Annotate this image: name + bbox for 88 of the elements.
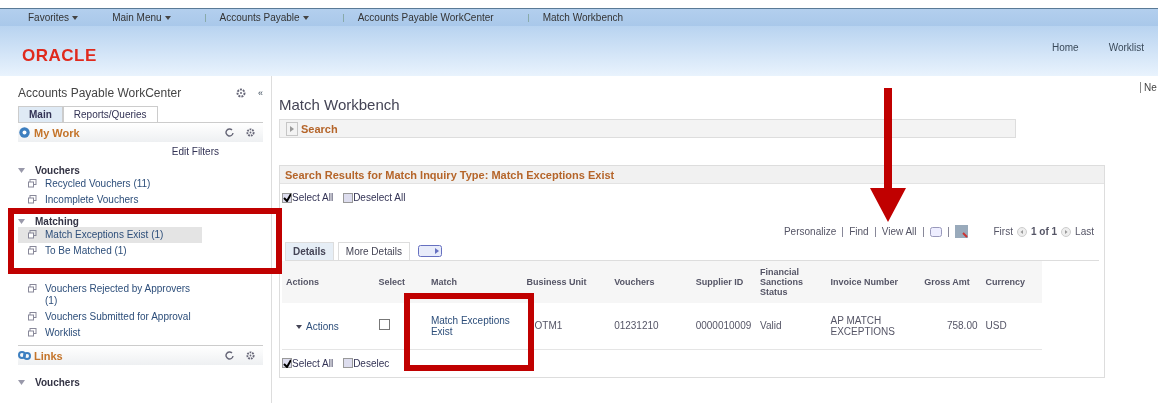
document-icon (28, 328, 37, 337)
expand-icon[interactable] (18, 380, 25, 385)
column-header: Actions (282, 261, 375, 303)
toolbar-link[interactable]: Find (849, 226, 869, 237)
worklist-item[interactable]: To Be Matched (1) (18, 243, 202, 259)
collapse-button[interactable]: « (258, 88, 263, 98)
column-header: Invoice Number (826, 261, 921, 303)
checkmark-icon (283, 358, 291, 368)
grid-tab[interactable]: Details (285, 242, 334, 260)
column-header: Vouchers (610, 261, 692, 303)
sidebar-title: Accounts Payable WorkCenter (18, 86, 182, 100)
last-link[interactable]: Last (1075, 226, 1094, 237)
column-header: Gross Amt (920, 261, 982, 303)
worklist-item[interactable]: Incomplete Vouchers (18, 192, 202, 208)
section-title: My Work (18, 126, 80, 139)
column-header: Business Unit (522, 261, 611, 303)
caret-icon (164, 15, 171, 20)
page-title: Match Workbench (279, 96, 401, 113)
column-header: Currency (981, 261, 1042, 303)
document-icon (28, 284, 37, 293)
show-all-columns-icon[interactable] (417, 245, 442, 257)
header-link[interactable]: Worklist (1108, 42, 1144, 53)
worklist-item[interactable]: Vouchers Rejected by Approvers (1) (18, 281, 202, 309)
worklist-item[interactable]: Match Exceptions Exist (1) (18, 227, 202, 243)
cut-off-text: Ne (1140, 82, 1157, 93)
document-icon (28, 179, 37, 188)
worklist-item[interactable]: Recycled Vouchers (11) (18, 176, 202, 192)
match-link[interactable]: Match Exceptions Exist (430, 314, 519, 337)
refresh-icon[interactable] (225, 351, 234, 360)
first-link[interactable]: First (993, 226, 1013, 237)
toolbar-link[interactable]: View All (881, 226, 917, 237)
header-link[interactable]: Home (1051, 42, 1079, 53)
gear-icon[interactable] (246, 128, 255, 137)
gear-icon[interactable] (236, 88, 246, 98)
table-cell: 01231210 (610, 303, 692, 349)
zoom-icon[interactable] (929, 226, 942, 237)
column-header: Financial Sanctions Status (756, 261, 827, 303)
expand-icon (286, 121, 298, 136)
group-label: Vouchers (35, 165, 80, 176)
page-count: 1 of 1 (1030, 226, 1058, 237)
row-checkbox[interactable] (378, 319, 390, 331)
gear-icon (18, 126, 31, 139)
table-cell: 0000010009 (691, 303, 757, 349)
checkbox[interactable]: Select All (282, 192, 334, 203)
caret-icon (302, 15, 309, 20)
edit-filters-link[interactable]: Edit Filters (18, 146, 219, 157)
checkmark-icon (283, 193, 291, 202)
expand-icon[interactable] (18, 168, 25, 173)
document-icon (28, 312, 37, 321)
nav-link[interactable]: Match Workbench (542, 12, 624, 23)
spreadsheet-icon[interactable] (954, 225, 968, 238)
table-cell: Valid (756, 303, 827, 349)
expand-icon[interactable] (18, 219, 25, 224)
table-cell: 758.00 (920, 303, 982, 349)
results-title: Search Results for Match Inquiry Type: Match Exceptions Exist (285, 168, 615, 181)
document-icon (28, 195, 37, 204)
caret-icon (72, 15, 79, 20)
logo: ORACLE (22, 46, 97, 66)
group-label: Vouchers (35, 377, 80, 388)
next-icon[interactable] (1061, 226, 1072, 237)
grid-tab[interactable]: More Details (337, 242, 410, 260)
nav-link[interactable]: Main Menu (112, 12, 171, 23)
checkbox[interactable]: Deselect All (343, 192, 406, 203)
link-icon (18, 350, 31, 361)
nav-link[interactable]: Favorites (28, 12, 79, 23)
table-cell: OTM1 (522, 303, 611, 349)
tab[interactable]: Reports/Queries (62, 106, 158, 122)
group-label: Matching (35, 216, 79, 227)
checkbox[interactable]: Deselec (343, 357, 390, 369)
actions-menu[interactable]: Actions (296, 321, 339, 332)
document-icon (28, 230, 37, 239)
caret-icon (296, 324, 302, 329)
refresh-icon[interactable] (225, 128, 234, 137)
nav-link[interactable]: Accounts Payable (219, 12, 309, 23)
toolbar-link[interactable]: Personalize (783, 226, 837, 237)
document-icon (28, 246, 37, 255)
previous-icon[interactable] (1016, 226, 1027, 237)
section-title: Links (18, 349, 63, 362)
table-cell: AP MATCH EXCEPTIONS (826, 303, 921, 349)
column-header: Supplier ID (691, 261, 757, 303)
worklist-item[interactable]: Vouchers Submitted for Approval (18, 309, 202, 325)
nav-link[interactable]: Accounts Payable WorkCenter (357, 12, 494, 23)
tab[interactable]: Main (18, 106, 63, 122)
checkbox[interactable]: Select All (282, 357, 334, 369)
gear-icon[interactable] (246, 351, 255, 360)
worklist-item[interactable]: Worklist (18, 325, 202, 341)
table-cell: USD (981, 303, 1042, 349)
search-section-bar[interactable]: Search (279, 119, 1016, 138)
